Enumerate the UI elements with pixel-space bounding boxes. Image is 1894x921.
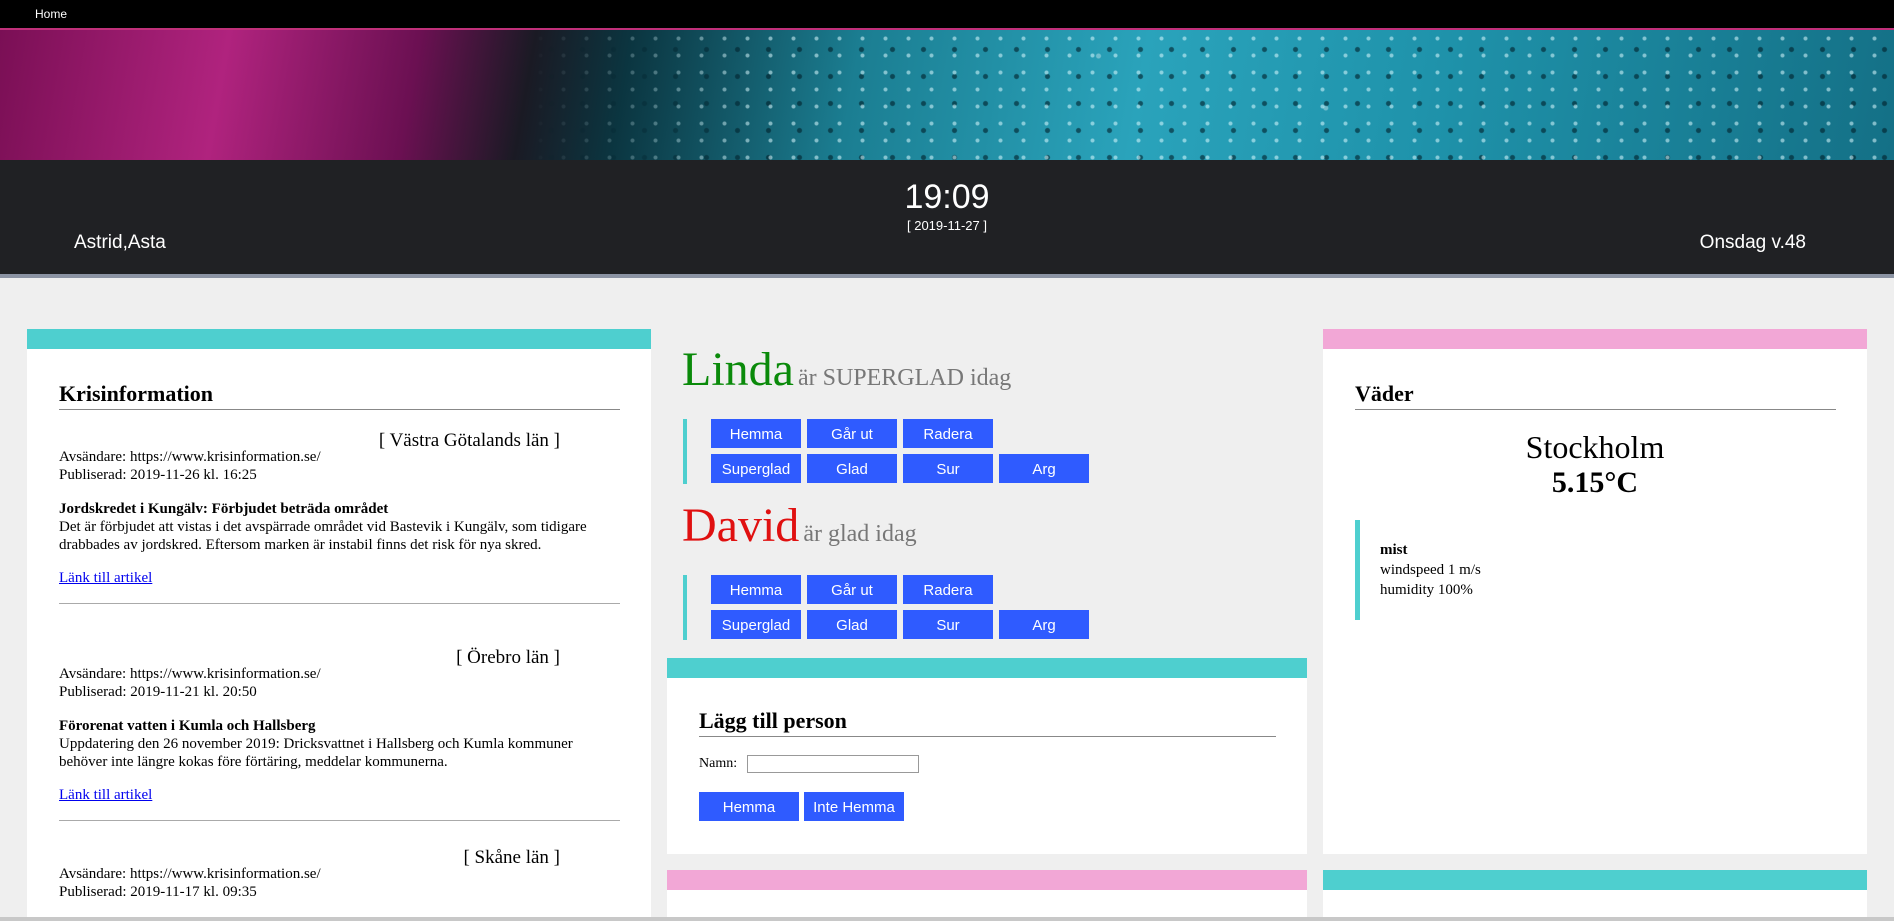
person-name: Linda: [682, 343, 794, 396]
news-headline: Jordskredet i Kungälv: Förbjudet beträda…: [59, 501, 389, 517]
article-link[interactable]: Länk till artikel: [59, 787, 152, 804]
mood-superglad-button[interactable]: Superglad: [711, 610, 801, 639]
person-status: är glad idag: [803, 521, 917, 547]
news-item: [ Skåne län ] Avsändare: https://www.kri…: [59, 847, 620, 901]
mood-glad-button[interactable]: Glad: [807, 454, 897, 483]
home-names: Astrid,Asta: [74, 232, 166, 253]
weather-details: mist windspeed 1 m/s humidity 100%: [1355, 520, 1655, 620]
person-button-group: Hemma Går ut Radera Superglad Glad Sur A…: [683, 575, 1107, 640]
person-status: är SUPERGLAD idag: [797, 365, 1012, 391]
mood-sur-button[interactable]: Sur: [903, 610, 993, 639]
name-label: Namn:: [699, 756, 738, 771]
news-item: [ Örebro län ] Avsändare: https://www.kr…: [59, 647, 620, 821]
person-heading: Linda är SUPERGLAD idag: [682, 346, 1011, 394]
add-not-home-button[interactable]: Inte Hemma: [804, 792, 904, 821]
date-label: [ 2019-11-27 ]: [907, 218, 987, 233]
add-home-button[interactable]: Hemma: [699, 792, 799, 821]
person-heading: David är glad idag: [682, 502, 917, 550]
news-published: Publiserad: 2019-11-21 kl. 20:50: [59, 684, 257, 700]
home-link[interactable]: Home: [35, 7, 67, 21]
clock: 19:09: [904, 178, 990, 216]
panel-accent-bar: [1323, 329, 1867, 349]
home-button[interactable]: Hemma: [711, 419, 801, 448]
weather-title: Väder: [1355, 381, 1836, 410]
news-region: [ Skåne län ]: [463, 847, 560, 868]
article-link[interactable]: Länk till artikel: [59, 570, 152, 587]
news-published: Publiserad: 2019-11-17 kl. 09:35: [59, 884, 257, 900]
mood-arg-button[interactable]: Arg: [999, 454, 1089, 483]
person-button-group: Hemma Går ut Radera Superglad Glad Sur A…: [683, 419, 1107, 484]
news-region: [ Örebro län ]: [456, 647, 560, 668]
delete-button[interactable]: Radera: [903, 419, 993, 448]
scroll-edge: [0, 917, 1894, 921]
bottom-panel: [667, 870, 1307, 921]
panel-accent-bar: [667, 870, 1307, 890]
panel-accent-bar: [1323, 870, 1867, 890]
divider: [59, 820, 620, 821]
person-name: David: [682, 499, 800, 552]
weather-humidity: humidity 100%: [1380, 582, 1473, 598]
weather-panel: Väder Stockholm 5.15°C mist windspeed 1 …: [1323, 329, 1867, 854]
weekday-label: Onsdag v.48: [1699, 232, 1806, 253]
weather-wind: windspeed 1 m/s: [1380, 562, 1481, 578]
news-published: Publiserad: 2019-11-26 kl. 16:25: [59, 467, 257, 483]
top-nav: Home: [0, 0, 1894, 30]
weather-city: Stockholm: [1525, 429, 1665, 465]
news-item: [ Västra Götalands län ] Avsändare: http…: [59, 430, 620, 604]
weather-description: mist: [1380, 542, 1408, 558]
add-person-panel: Lägg till person Namn: Hemma Inte Hemma: [667, 658, 1307, 854]
panel-accent-bar: [667, 658, 1307, 678]
bottom-panel: [1323, 870, 1867, 921]
news-region: [ Västra Götalands län ]: [378, 430, 560, 451]
news-headline: Förorenat vatten i Kumla och Hallsberg: [59, 718, 316, 734]
mood-sur-button[interactable]: Sur: [903, 454, 993, 483]
weather-temperature: 5.15°C: [1551, 466, 1639, 499]
banner-image: [0, 30, 1894, 160]
panel-accent-bar: [27, 329, 651, 349]
news-body: Det är förbjudet att vistas i det avspär…: [59, 519, 587, 553]
divider: [59, 603, 620, 604]
name-input[interactable]: [747, 755, 919, 773]
delete-button[interactable]: Radera: [903, 575, 993, 604]
home-button[interactable]: Hemma: [711, 575, 801, 604]
add-person-title: Lägg till person: [699, 708, 1276, 737]
header-bar: 19:09 [ 2019-11-27 ] Astrid,Asta Onsdag …: [0, 160, 1894, 278]
going-out-button[interactable]: Går ut: [807, 419, 897, 448]
going-out-button[interactable]: Går ut: [807, 575, 897, 604]
news-body: Uppdatering den 26 november 2019: Dricks…: [59, 736, 573, 770]
mood-arg-button[interactable]: Arg: [999, 610, 1089, 639]
krisinformation-panel: Krisinformation [ Västra Götalands län ]…: [27, 329, 651, 921]
mood-glad-button[interactable]: Glad: [807, 610, 897, 639]
krisinformation-title: Krisinformation: [59, 381, 620, 410]
mood-superglad-button[interactable]: Superglad: [711, 454, 801, 483]
